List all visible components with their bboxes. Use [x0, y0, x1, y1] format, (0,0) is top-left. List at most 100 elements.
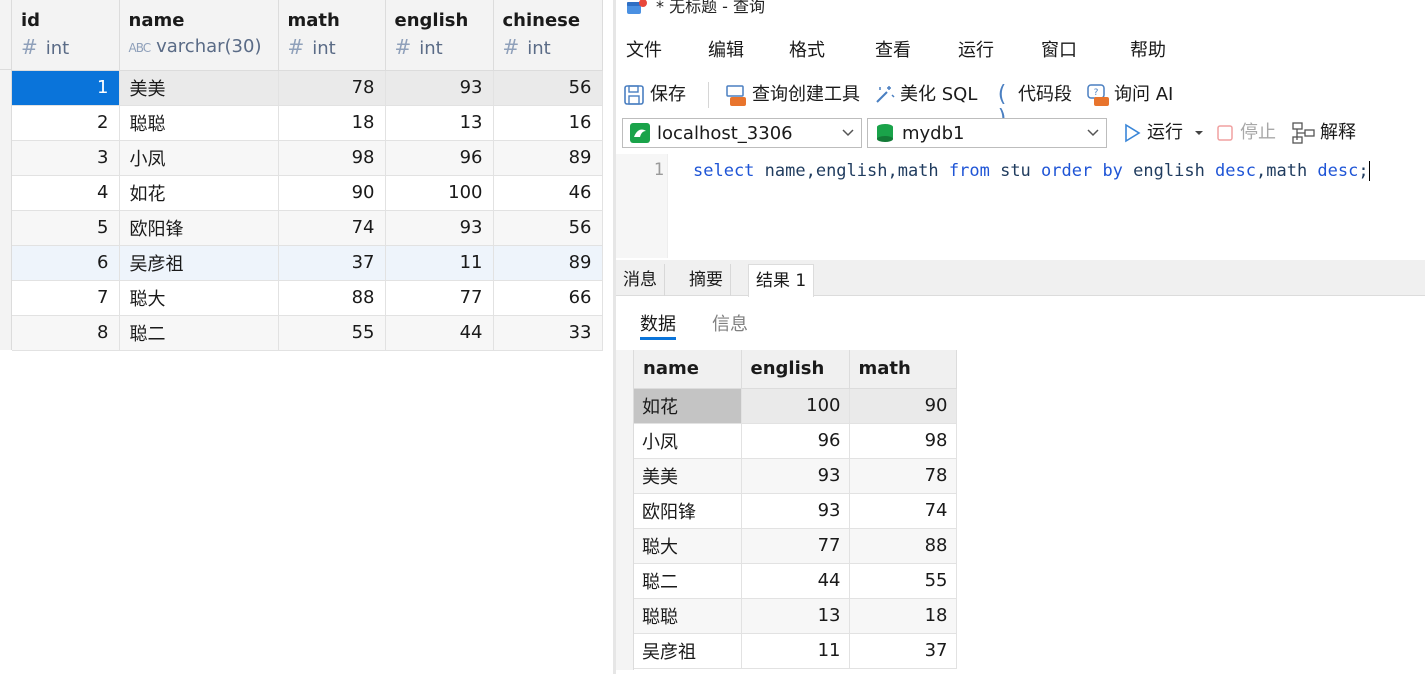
cell-english[interactable]: 100: [385, 175, 494, 211]
result-row[interactable]: 欧阳锋 93 74: [634, 493, 957, 529]
cell-id[interactable]: 3: [12, 140, 120, 176]
explain-button[interactable]: 解释: [1292, 118, 1356, 148]
tab-result-1[interactable]: 结果 1: [748, 264, 815, 297]
table-row[interactable]: 3 小凤 98 96 89: [12, 140, 603, 176]
result-cell-math[interactable]: 55: [849, 563, 957, 599]
table-row[interactable]: 1 美美 78 93 56: [12, 70, 603, 106]
cell-name[interactable]: 吴彦祖: [119, 245, 279, 281]
column-header-math[interactable]: math # int: [278, 0, 386, 71]
tab-messages[interactable]: 消息: [616, 264, 665, 296]
run-dropdown-icon[interactable]: [1193, 127, 1205, 139]
result-cell-name[interactable]: 聪大: [634, 528, 742, 564]
table-row[interactable]: 7 聪大 88 77 66: [12, 280, 603, 316]
cell-math[interactable]: 88: [278, 280, 386, 316]
result-cell-math[interactable]: 74: [849, 493, 957, 529]
result-row[interactable]: 聪大 77 88: [634, 528, 957, 564]
column-header-id[interactable]: id # int: [12, 0, 120, 71]
result-cell-english[interactable]: 13: [741, 598, 850, 634]
subtab-info[interactable]: 信息: [712, 310, 748, 340]
result-row[interactable]: 吴彦祖 11 37: [634, 633, 957, 669]
cell-id[interactable]: 2: [12, 105, 120, 141]
sql-code-line[interactable]: select name,english,math from stu order …: [693, 160, 1370, 182]
cell-name[interactable]: 美美: [119, 70, 279, 106]
code-snippet-button[interactable]: ( ) 代码段: [990, 78, 1072, 131]
column-header-name[interactable]: name ABC varchar(30): [119, 0, 279, 71]
menu-run[interactable]: 运行: [958, 36, 994, 66]
result-cell-name[interactable]: 美美: [634, 458, 742, 494]
cell-english[interactable]: 93: [385, 210, 494, 246]
menu-window[interactable]: 窗口: [1041, 36, 1077, 66]
result-row[interactable]: 如花 100 90: [634, 388, 957, 424]
result-cell-math[interactable]: 78: [849, 458, 957, 494]
ask-ai-button[interactable]: ? 询问 AI: [1086, 78, 1173, 112]
result-cell-math[interactable]: 18: [849, 598, 957, 634]
result-cell-english[interactable]: 96: [741, 423, 850, 459]
cell-chinese[interactable]: 89: [493, 245, 603, 281]
result-row-gutter[interactable]: [616, 350, 634, 670]
cell-chinese[interactable]: 66: [493, 280, 603, 316]
cell-chinese[interactable]: 89: [493, 140, 603, 176]
stop-button[interactable]: 停止: [1216, 118, 1276, 148]
cell-english[interactable]: 13: [385, 105, 494, 141]
menu-edit[interactable]: 编辑: [708, 36, 744, 66]
menu-format[interactable]: 格式: [789, 36, 825, 66]
connection-select[interactable]: localhost_3306: [622, 118, 862, 148]
cell-id[interactable]: 1: [12, 70, 120, 106]
cell-chinese[interactable]: 33: [493, 315, 603, 351]
result-cell-math[interactable]: 37: [849, 633, 957, 669]
cell-chinese[interactable]: 56: [493, 210, 603, 246]
result-cell-name[interactable]: 欧阳锋: [634, 493, 742, 529]
result-cell-name[interactable]: 如花: [634, 388, 742, 424]
cell-math[interactable]: 98: [278, 140, 386, 176]
menu-view[interactable]: 查看: [875, 36, 911, 66]
cell-math[interactable]: 55: [278, 315, 386, 351]
cell-chinese[interactable]: 46: [493, 175, 603, 211]
cell-name[interactable]: 聪大: [119, 280, 279, 316]
result-cell-english[interactable]: 44: [741, 563, 850, 599]
cell-id[interactable]: 5: [12, 210, 120, 246]
cell-id[interactable]: 4: [12, 175, 120, 211]
cell-english[interactable]: 44: [385, 315, 494, 351]
beautify-sql-button[interactable]: 美化 SQL: [872, 78, 977, 112]
result-cell-english[interactable]: 100: [741, 388, 850, 424]
cell-chinese[interactable]: 16: [493, 105, 603, 141]
result-cell-math[interactable]: 90: [849, 388, 957, 424]
cell-name[interactable]: 聪聪: [119, 105, 279, 141]
table-row[interactable]: 5 欧阳锋 74 93 56: [12, 210, 603, 246]
cell-id[interactable]: 8: [12, 315, 120, 351]
result-cell-math[interactable]: 98: [849, 423, 957, 459]
menu-file[interactable]: 文件: [626, 36, 662, 66]
result-row[interactable]: 美美 93 78: [634, 458, 957, 494]
result-cell-name[interactable]: 聪聪: [634, 598, 742, 634]
cell-id[interactable]: 7: [12, 280, 120, 316]
menu-help[interactable]: 帮助: [1130, 36, 1166, 66]
cell-math[interactable]: 90: [278, 175, 386, 211]
result-cell-english[interactable]: 93: [741, 493, 850, 529]
run-button[interactable]: 运行: [1122, 118, 1205, 148]
tab-summary[interactable]: 摘要: [682, 264, 731, 296]
cell-name[interactable]: 聪二: [119, 315, 279, 351]
column-header-english[interactable]: english # int: [385, 0, 494, 71]
result-row[interactable]: 小凤 96 98: [634, 423, 957, 459]
cell-name[interactable]: 欧阳锋: [119, 210, 279, 246]
column-header-chinese[interactable]: chinese # int: [493, 0, 603, 71]
subtab-data[interactable]: 数据: [640, 310, 676, 340]
result-column-header[interactable]: english: [741, 350, 850, 389]
table-row[interactable]: 6 吴彦祖 37 11 89: [12, 245, 603, 281]
database-select[interactable]: mydb1: [867, 118, 1107, 148]
result-row[interactable]: 聪聪 13 18: [634, 598, 957, 634]
cell-id[interactable]: 6: [12, 245, 120, 281]
cell-english[interactable]: 11: [385, 245, 494, 281]
cell-english[interactable]: 93: [385, 70, 494, 106]
cell-math[interactable]: 78: [278, 70, 386, 106]
result-cell-name[interactable]: 小凤: [634, 423, 742, 459]
result-cell-english[interactable]: 93: [741, 458, 850, 494]
query-builder-button[interactable]: 查询创建工具: [724, 78, 860, 112]
cell-name[interactable]: 如花: [119, 175, 279, 211]
table-row[interactable]: 4 如花 90 100 46: [12, 175, 603, 211]
cell-math[interactable]: 37: [278, 245, 386, 281]
result-column-header[interactable]: math: [849, 350, 957, 389]
result-cell-english[interactable]: 77: [741, 528, 850, 564]
cell-chinese[interactable]: 56: [493, 70, 603, 106]
sql-editor[interactable]: 1 select name,english,math from stu orde…: [616, 154, 1425, 258]
